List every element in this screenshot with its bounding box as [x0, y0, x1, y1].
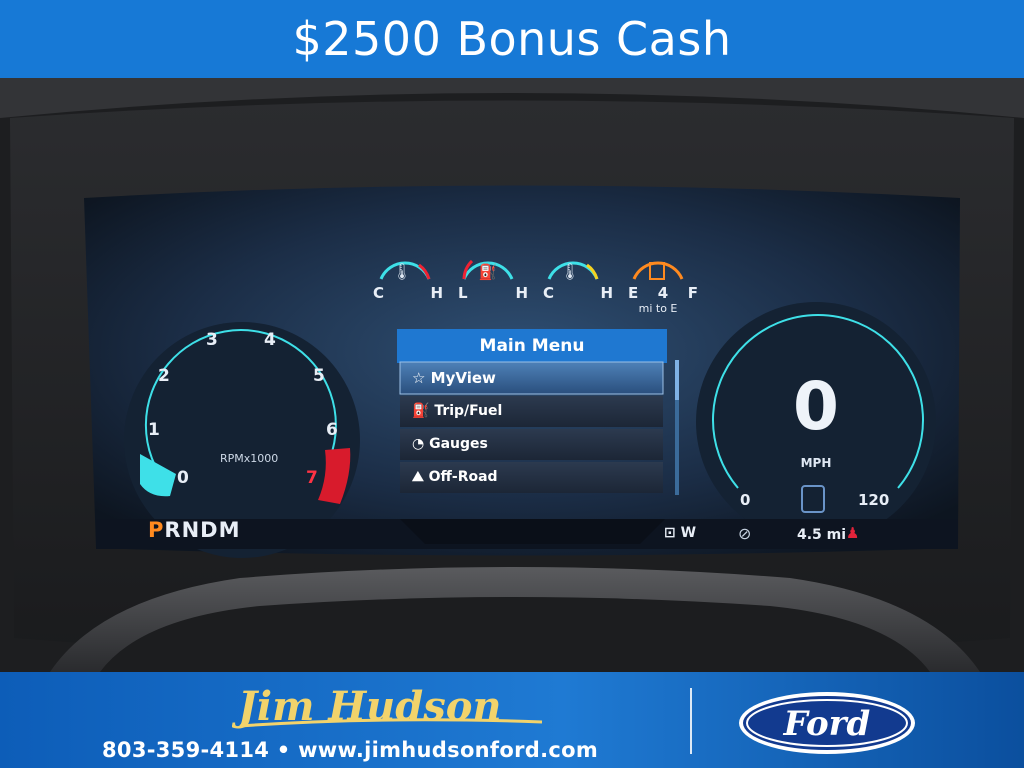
compass-heading: W	[680, 525, 697, 541]
dealer-signature-logo: Jim Hudson	[232, 683, 543, 730]
speed-min: 0	[740, 491, 751, 509]
menu-title: Main Menu	[479, 336, 585, 356]
speed-value: 0	[793, 368, 839, 445]
fuel-range-sub: mi to E	[638, 302, 678, 315]
trans-low-label: C	[543, 284, 555, 302]
fuel-pump-icon: ⛽	[412, 403, 435, 419]
fuel-level-value: 4	[657, 284, 669, 302]
gear-indicator: PRNDM	[148, 518, 240, 542]
compass-indicator: ⊡ W	[664, 525, 696, 541]
menu-item-label: Trip/Fuel	[434, 403, 503, 419]
menu-item-trip-fuel[interactable]: ⛽ Trip/Fuel	[412, 396, 502, 427]
instrument-cluster: 🌡 ⛽ 🌡	[0, 78, 1024, 672]
coolant-high-label: H	[430, 284, 443, 302]
gauge-icon: ◔	[412, 436, 430, 452]
tach-tick-2: 2	[158, 366, 170, 386]
oil-gauge-labels: L H	[458, 284, 528, 302]
tach-unit: RPMx1000	[220, 452, 279, 465]
dashboard-photo: 🌡 ⛽ 🌡 C H L H C H E 4 F mi to E 0 1 2 3 …	[0, 78, 1024, 672]
tach-tick-6: 6	[326, 420, 338, 440]
ford-wordmark: Ford	[783, 704, 871, 744]
gear-active: P	[148, 518, 165, 542]
dealer-contact[interactable]: 803-359-4114 • www.jimhudsonford.com	[102, 738, 598, 762]
tach-tick-4: 4	[264, 330, 276, 350]
footer-divider	[690, 688, 692, 754]
ford-logo: Ford	[739, 692, 915, 754]
seatbelt-warning-icon: ♟	[846, 524, 860, 542]
auto-stop-off-icon: ⊘	[738, 524, 752, 543]
menu-item-label: Gauges	[429, 436, 488, 452]
tach-tick-5: 5	[313, 366, 325, 386]
promo-headline: $2500 Bonus Cash	[292, 12, 732, 66]
coolant-low-label: C	[373, 284, 385, 302]
range-remaining: 4.5 mi	[797, 527, 847, 543]
svg-text:⛽: ⛽	[479, 263, 498, 281]
gear-rest: RNDM	[164, 518, 241, 542]
trans-high-label: H	[600, 284, 613, 302]
menu-item-gauges[interactable]: ◔ Gauges	[412, 429, 488, 460]
menu-item-myview[interactable]: ☆ MyView	[412, 362, 496, 394]
menu-item-label: MyView	[430, 369, 496, 387]
tach-tick-1: 1	[148, 420, 160, 440]
tach-tick-0: 0	[177, 468, 189, 488]
speed-unit: MPH	[800, 456, 832, 470]
menu-item-label: Off-Road	[428, 469, 498, 485]
fuel-gauge-labels: E 4 F	[628, 284, 698, 302]
svg-text:🌡: 🌡	[560, 262, 580, 281]
fuel-empty-label: E	[628, 284, 639, 302]
svg-text:🌡: 🌡	[392, 262, 412, 281]
fuel-full-label: F	[687, 284, 698, 302]
tach-tick-7: 7	[306, 468, 318, 488]
trans-gauge-labels: C H	[543, 284, 613, 302]
coolant-gauge-labels: C H	[373, 284, 443, 302]
off-road-icon: ⛰	[412, 469, 429, 485]
tach-tick-3: 3	[206, 330, 218, 350]
menu-item-off-road[interactable]: ⛰ Off-Road	[412, 462, 498, 493]
speed-max: 120	[858, 491, 890, 509]
oil-high-label: H	[515, 284, 528, 302]
star-icon: ☆	[412, 369, 431, 387]
oil-low-label: L	[458, 284, 468, 302]
promo-banner: $2500 Bonus Cash	[0, 0, 1024, 78]
compass-icon: ⊡	[664, 525, 681, 541]
